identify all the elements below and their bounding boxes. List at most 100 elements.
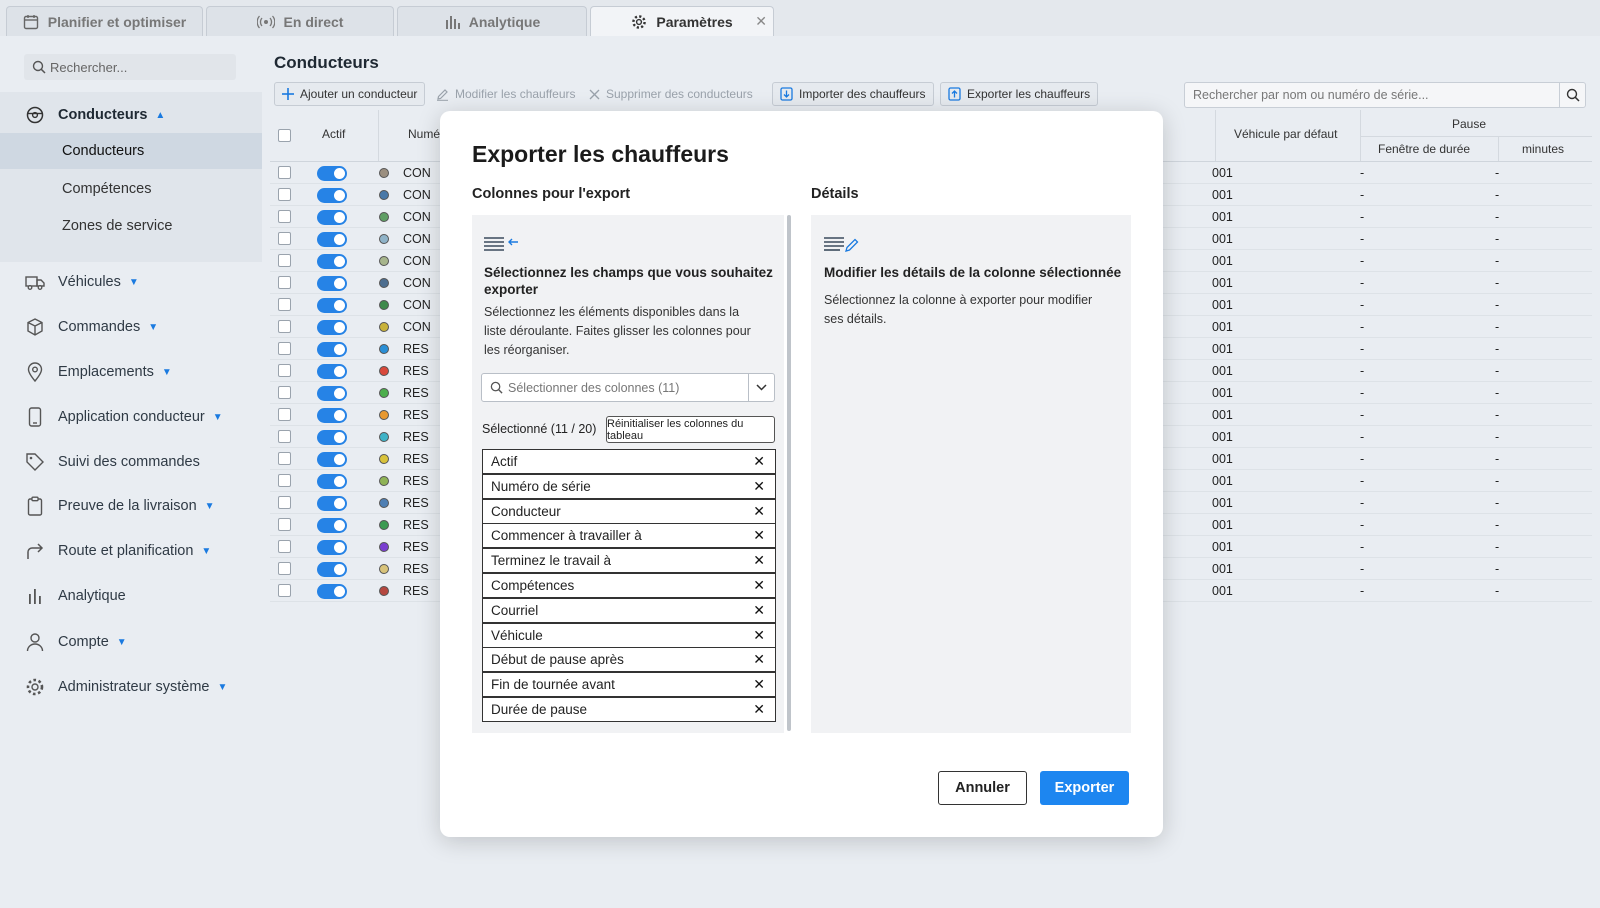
remove-icon[interactable]: ✕ — [753, 676, 765, 693]
selected-column-chip[interactable]: Terminez le travail à ✕ — [482, 548, 776, 574]
selected-column-chip[interactable]: Durée de pause ✕ — [482, 697, 776, 722]
remove-icon[interactable]: ✕ — [753, 503, 765, 520]
remove-icon[interactable]: ✕ — [753, 552, 765, 569]
row-checkbox[interactable] — [278, 188, 291, 201]
remove-icon[interactable]: ✕ — [753, 651, 765, 668]
row-checkbox[interactable] — [278, 364, 291, 377]
tab-parametres[interactable]: Paramètres ✕ — [590, 6, 774, 37]
sidebar-subitem-zones[interactable]: Zones de service — [0, 208, 262, 244]
row-checkbox[interactable] — [278, 166, 291, 179]
active-toggle[interactable] — [317, 342, 347, 357]
row-checkbox[interactable] — [278, 430, 291, 443]
reset-columns-button[interactable]: Réinitialiser les colonnes du tableau — [606, 416, 775, 443]
row-checkbox[interactable] — [278, 518, 291, 531]
sidebar-item-conducteurs[interactable]: Conducteurs ▲ — [24, 104, 165, 126]
active-toggle[interactable] — [317, 430, 347, 445]
selected-column-chip[interactable]: Numéro de série ✕ — [482, 473, 776, 499]
remove-icon[interactable]: ✕ — [753, 478, 765, 495]
remove-icon[interactable]: ✕ — [753, 602, 765, 619]
active-toggle[interactable] — [317, 298, 347, 313]
cancel-button[interactable]: Annuler — [938, 771, 1027, 805]
row-checkbox[interactable] — [278, 320, 291, 333]
export-button[interactable]: Exporter — [1040, 771, 1129, 805]
active-toggle[interactable] — [317, 386, 347, 401]
driver-search-input[interactable]: Rechercher par nom ou numéro de série... — [1184, 82, 1586, 108]
selected-column-chip[interactable]: Début de pause après ✕ — [482, 647, 776, 673]
active-toggle[interactable] — [317, 166, 347, 181]
sidebar-subitem-competences[interactable]: Compétences — [0, 171, 262, 207]
row-checkbox[interactable] — [278, 474, 291, 487]
selected-column-chip[interactable]: Conducteur ✕ — [482, 498, 776, 524]
row-checkbox[interactable] — [278, 452, 291, 465]
row-checkbox[interactable] — [278, 540, 291, 553]
sidebar-item-commandes[interactable]: Commandes ▼ — [24, 316, 158, 338]
delete-drivers-button[interactable]: Supprimer des conducteurs — [581, 82, 761, 106]
active-toggle[interactable] — [317, 254, 347, 269]
sidebar-item-compte[interactable]: Compte ▼ — [24, 631, 127, 653]
export-drivers-button[interactable]: Exporter les chauffeurs — [940, 82, 1099, 106]
active-toggle[interactable] — [317, 408, 347, 423]
row-checkbox[interactable] — [278, 232, 291, 245]
active-toggle[interactable] — [317, 452, 347, 467]
tab-planifier[interactable]: Planifier et optimiser — [6, 6, 203, 37]
active-toggle[interactable] — [317, 210, 347, 225]
selected-column-chip[interactable]: Commencer à travailler à ✕ — [482, 523, 776, 549]
sidebar-item-admin[interactable]: Administrateur système ▼ — [24, 676, 227, 698]
tab-analytique[interactable]: Analytique — [397, 6, 587, 37]
active-toggle[interactable] — [317, 584, 347, 599]
import-drivers-button[interactable]: Importer des chauffeurs — [772, 82, 934, 106]
columns-select[interactable]: Sélectionner des colonnes (11) — [481, 373, 775, 402]
add-driver-button[interactable]: Ajouter un conducteur — [274, 82, 426, 106]
search-icon — [32, 60, 46, 74]
active-toggle[interactable] — [317, 496, 347, 511]
row-checkbox[interactable] — [278, 210, 291, 223]
driver-number: CON — [403, 210, 431, 224]
sidebar-search-input[interactable]: Rechercher... — [24, 54, 236, 80]
selected-column-chip[interactable]: Véhicule ✕ — [482, 622, 776, 648]
active-toggle[interactable] — [317, 540, 347, 555]
active-toggle[interactable] — [317, 562, 347, 577]
search-icon[interactable] — [1559, 83, 1585, 107]
row-checkbox[interactable] — [278, 276, 291, 289]
sidebar-item-route[interactable]: Route et planification ▼ — [24, 540, 211, 562]
selected-column-chip[interactable]: Compétences ✕ — [482, 573, 776, 598]
sidebar-item-analytique[interactable]: Analytique — [24, 585, 126, 607]
sidebar-item-preuve[interactable]: Preuve de la livraison ▼ — [24, 495, 215, 517]
row-checkbox[interactable] — [278, 562, 291, 575]
row-checkbox[interactable] — [278, 386, 291, 399]
row-checkbox[interactable] — [278, 496, 291, 509]
route-arrow-icon — [24, 540, 46, 562]
active-toggle[interactable] — [317, 188, 347, 203]
sidebar-item-emplacements[interactable]: Emplacements ▼ — [24, 361, 172, 383]
selected-column-chip[interactable]: Courriel ✕ — [482, 597, 776, 623]
active-toggle[interactable] — [317, 232, 347, 247]
chevron-down-icon[interactable] — [748, 374, 774, 401]
sidebar-item-vehicules[interactable]: Véhicules ▼ — [24, 271, 139, 293]
row-checkbox[interactable] — [278, 298, 291, 311]
select-all-checkbox[interactable] — [278, 129, 291, 142]
remove-icon[interactable]: ✕ — [753, 577, 765, 594]
sidebar-item-suivi[interactable]: Suivi des commandes — [24, 451, 200, 473]
remove-icon[interactable]: ✕ — [753, 701, 765, 718]
sidebar-subitem-conducteurs[interactable]: Conducteurs — [0, 133, 262, 169]
active-toggle[interactable] — [317, 518, 347, 533]
active-toggle[interactable] — [317, 364, 347, 379]
sidebar-item-application[interactable]: Application conducteur ▼ — [24, 406, 223, 428]
remove-icon[interactable]: ✕ — [753, 627, 765, 644]
remove-icon[interactable]: ✕ — [753, 453, 765, 470]
row-checkbox[interactable] — [278, 254, 291, 267]
row-checkbox[interactable] — [278, 408, 291, 421]
tab-en-direct[interactable]: En direct — [206, 6, 394, 37]
row-checkbox[interactable] — [278, 342, 291, 355]
close-icon[interactable]: ✕ — [755, 13, 767, 30]
selected-column-chip[interactable]: Actif ✕ — [482, 449, 776, 474]
active-toggle[interactable] — [317, 276, 347, 291]
columns-scrollbar[interactable] — [787, 215, 791, 731]
active-toggle[interactable] — [317, 320, 347, 335]
row-checkbox[interactable] — [278, 584, 291, 597]
pause-minutes: - — [1495, 188, 1500, 202]
selected-column-chip[interactable]: Fin de tournée avant ✕ — [482, 672, 776, 698]
remove-icon[interactable]: ✕ — [753, 527, 765, 544]
edit-drivers-button[interactable]: Modifier les chauffeurs — [428, 82, 584, 106]
active-toggle[interactable] — [317, 474, 347, 489]
